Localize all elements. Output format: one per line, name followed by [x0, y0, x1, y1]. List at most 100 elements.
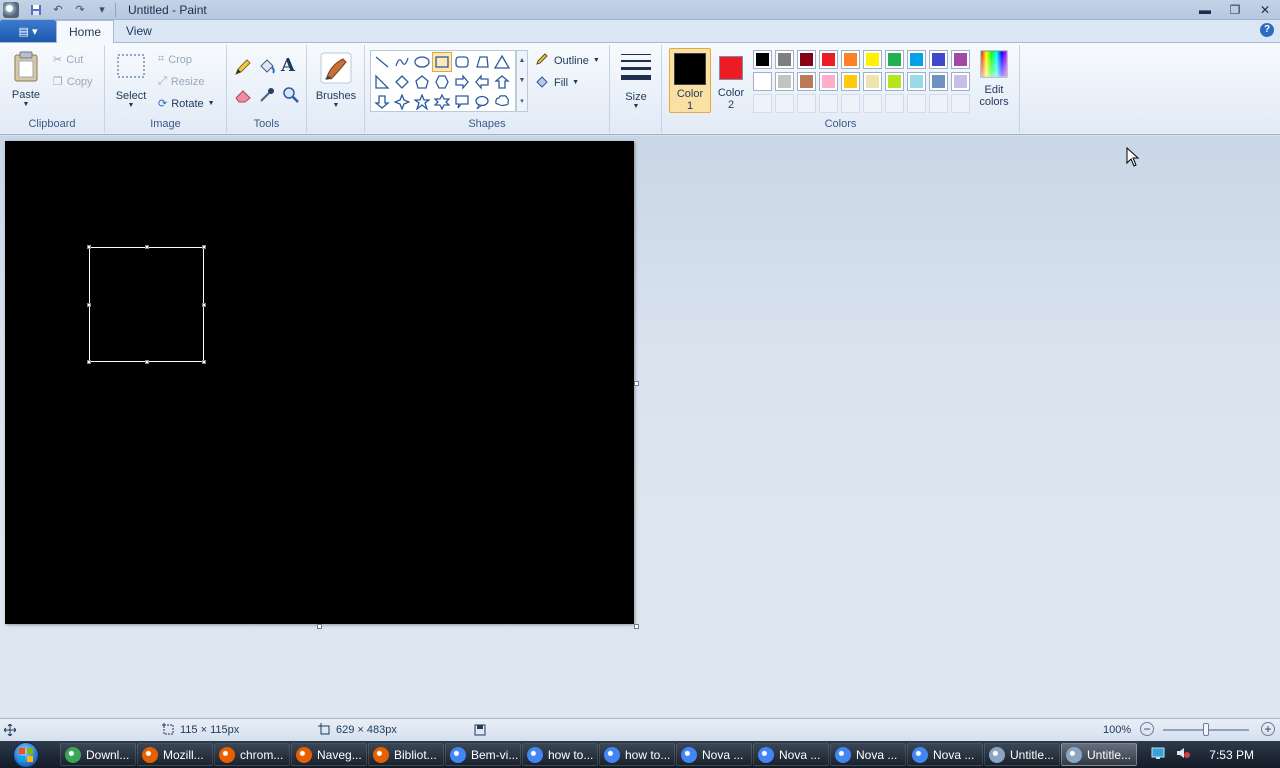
taskbar-button[interactable]: Bibliot...	[368, 743, 444, 766]
fill-button[interactable]: Fill ▼	[534, 73, 579, 92]
selection-handle-ne[interactable]	[202, 245, 206, 249]
diamond-shape-icon[interactable]	[392, 72, 412, 92]
help-icon[interactable]: ?	[1260, 23, 1274, 37]
customize-quick-access-icon[interactable]: ▾	[93, 2, 111, 18]
palette-swatch[interactable]	[885, 72, 904, 91]
pentagon-shape-icon[interactable]	[412, 72, 432, 92]
down-arrow-shape-icon[interactable]	[372, 92, 392, 112]
four-point-star-shape-icon[interactable]	[392, 92, 412, 112]
color-picker-icon[interactable]	[257, 85, 277, 105]
selection-rectangle[interactable]	[87, 245, 206, 364]
oval-shape-icon[interactable]	[412, 52, 432, 72]
taskbar-button[interactable]: Downl...	[60, 743, 136, 766]
canvas-resize-handle-corner[interactable]	[634, 624, 639, 629]
edit-colors-button[interactable]: Edit colors	[975, 49, 1013, 108]
gallery-down-icon[interactable]: ▼	[519, 77, 526, 84]
paint-menu-button[interactable]: ▤ ▾	[0, 20, 56, 42]
selection-handle-se[interactable]	[202, 360, 206, 364]
undo-icon[interactable]: ↶	[49, 2, 67, 18]
line-shape-icon[interactable]	[372, 52, 392, 72]
selection-handle-nw[interactable]	[87, 245, 91, 249]
gallery-up-icon[interactable]: ▲	[519, 57, 526, 64]
tab-view[interactable]: View	[114, 20, 164, 42]
oval-callout-shape-icon[interactable]	[472, 92, 492, 112]
canvas-resize-handle-bottom[interactable]	[317, 624, 322, 629]
network-icon[interactable]	[1151, 746, 1167, 763]
rectangle-shape-icon[interactable]	[432, 52, 452, 72]
paste-button[interactable]: Paste ▼	[8, 51, 44, 108]
eraser-icon[interactable]	[233, 85, 253, 105]
canvas-workspace[interactable]	[0, 136, 1280, 717]
taskbar-button[interactable]: Untitle...	[1061, 743, 1137, 766]
palette-swatch[interactable]	[753, 72, 772, 91]
palette-swatch[interactable]	[797, 94, 816, 113]
resize-button[interactable]: ⤢ Resize	[158, 75, 204, 88]
zoom-slider[interactable]	[1163, 723, 1249, 736]
rounded-rectangle-shape-icon[interactable]	[452, 52, 472, 72]
palette-swatch[interactable]	[951, 50, 970, 69]
palette-swatch[interactable]	[885, 50, 904, 69]
palette-swatch[interactable]	[819, 50, 838, 69]
start-button[interactable]	[6, 741, 46, 768]
palette-swatch[interactable]	[929, 50, 948, 69]
gallery-more-icon[interactable]: ▾	[520, 97, 524, 105]
taskbar-button[interactable]: Untitle...	[984, 743, 1060, 766]
taskbar-button[interactable]: Nova ...	[830, 743, 906, 766]
selection-handle-e[interactable]	[202, 303, 206, 307]
paste-dropdown-icon[interactable]: ▼	[23, 101, 30, 108]
brushes-button[interactable]: Brushes ▼	[315, 51, 357, 109]
palette-swatch[interactable]	[841, 50, 860, 69]
restore-button[interactable]: ❐	[1220, 0, 1250, 20]
zoom-out-icon[interactable]: −	[1140, 722, 1154, 736]
fill-bucket-icon[interactable]	[257, 57, 277, 77]
palette-swatch[interactable]	[841, 72, 860, 91]
selection-handle-sw[interactable]	[87, 360, 91, 364]
palette-swatch[interactable]	[951, 72, 970, 91]
taskbar-button[interactable]: how to...	[522, 743, 598, 766]
polygon-shape-icon[interactable]	[472, 52, 492, 72]
selection-handle-s[interactable]	[145, 360, 149, 364]
palette-swatch[interactable]	[907, 72, 926, 91]
right-triangle-shape-icon[interactable]	[372, 72, 392, 92]
rect-callout-shape-icon[interactable]	[452, 92, 472, 112]
minimize-button[interactable]: ▬	[1190, 0, 1220, 20]
canvas-resize-handle-right[interactable]	[634, 381, 639, 386]
cut-button[interactable]: ✂ Cut	[53, 53, 83, 67]
crop-button[interactable]: ⌗ Crop	[158, 53, 192, 66]
palette-swatch[interactable]	[819, 72, 838, 91]
up-arrow-shape-icon[interactable]	[492, 72, 512, 92]
color1-button[interactable]: Color 1	[669, 48, 711, 113]
text-icon[interactable]: A	[281, 55, 295, 76]
selection-handle-w[interactable]	[87, 303, 91, 307]
palette-swatch[interactable]	[775, 72, 794, 91]
palette-swatch[interactable]	[863, 50, 882, 69]
clock-text[interactable]: 7:53 PM	[1209, 748, 1254, 762]
palette-swatch[interactable]	[819, 94, 838, 113]
curve-shape-icon[interactable]	[392, 52, 412, 72]
drawing-canvas[interactable]	[5, 141, 634, 624]
palette-swatch[interactable]	[863, 72, 882, 91]
palette-swatch[interactable]	[797, 72, 816, 91]
palette-swatch[interactable]	[753, 50, 772, 69]
selection-handle-n[interactable]	[145, 245, 149, 249]
palette-swatch[interactable]	[907, 50, 926, 69]
taskbar-button[interactable]: Naveg...	[291, 743, 367, 766]
paint-app-icon[interactable]	[3, 1, 19, 18]
size-button[interactable]: Size ▼	[618, 51, 654, 110]
taskbar-button[interactable]: chrom...	[214, 743, 290, 766]
pencil-icon[interactable]	[233, 57, 253, 77]
outline-button[interactable]: Outline ▼	[534, 51, 600, 70]
rotate-button[interactable]: ⟳ Rotate ▼	[158, 97, 215, 111]
cloud-callout-shape-icon[interactable]	[492, 92, 512, 112]
five-point-star-shape-icon[interactable]	[412, 92, 432, 112]
volume-icon[interactable]	[1175, 746, 1191, 763]
taskbar-button[interactable]: Nova ...	[676, 743, 752, 766]
palette-swatch[interactable]	[863, 94, 882, 113]
palette-swatch[interactable]	[841, 94, 860, 113]
hexagon-shape-icon[interactable]	[432, 72, 452, 92]
palette-swatch[interactable]	[951, 94, 970, 113]
six-point-star-shape-icon[interactable]	[432, 92, 452, 112]
zoom-in-icon[interactable]: +	[1261, 722, 1275, 736]
shapes-gallery-scroll[interactable]: ▲ ▼ ▾	[516, 50, 528, 112]
select-button[interactable]: Select ▼	[113, 53, 149, 109]
